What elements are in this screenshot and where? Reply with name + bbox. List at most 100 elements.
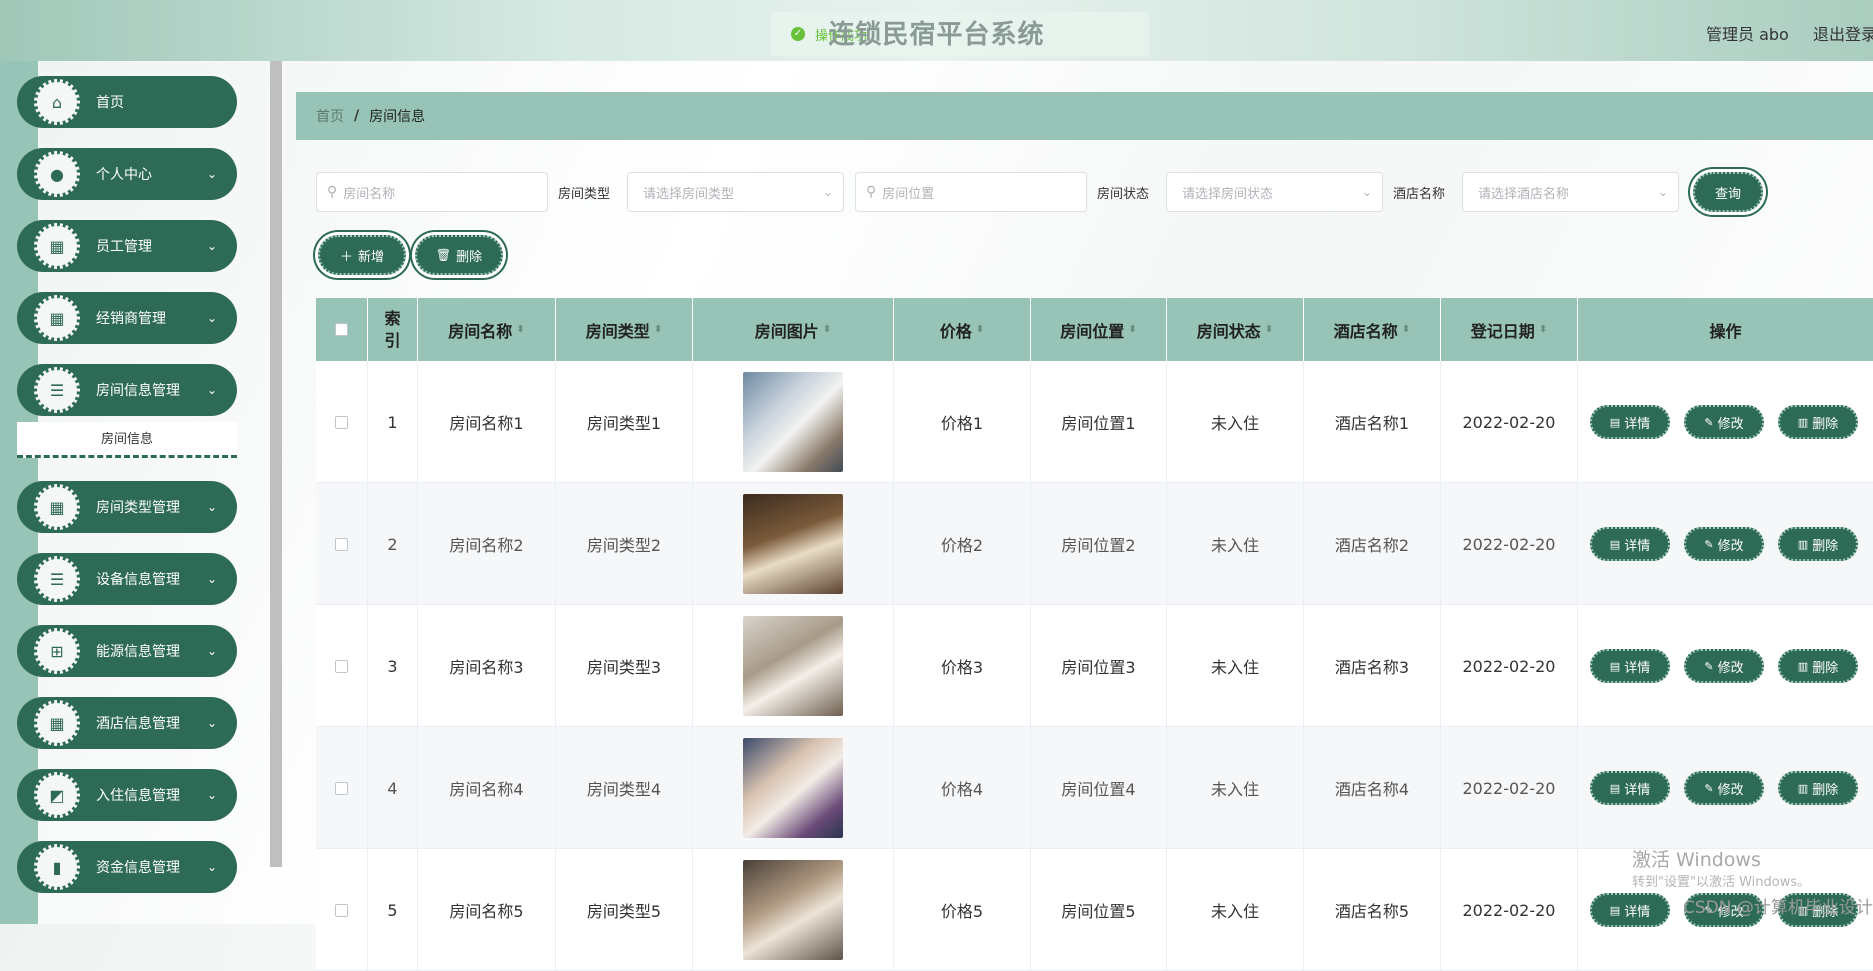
cell-room-type: 房间类型1 [556,361,693,483]
header-room-name[interactable]: 房间名称 ⬍ [418,298,556,361]
header-hotel[interactable]: 酒店名称 ⬍ [1304,298,1441,361]
row-select-cell [316,483,368,605]
header-price[interactable]: 价格 ⬍ [894,298,1031,361]
cell-hotel: 酒店名称3 [1304,605,1441,727]
sidebar-item-finance[interactable]: ▮ 资金信息管理 ⌄ [17,841,237,893]
sidebar-item-room-types[interactable]: ▦ 房间类型管理 ⌄ [17,481,237,533]
row-checkbox[interactable] [335,903,348,917]
document-icon: ▤ [1609,781,1621,795]
delete-label: 删除 [1812,416,1839,432]
room-type-select[interactable]: 请选择房间类型 ⌄ [627,172,844,212]
row-checkbox[interactable] [335,659,348,673]
search-button[interactable]: 查询 [1693,172,1763,212]
search-icon: ⚲ [327,184,338,200]
room-image[interactable] [743,372,843,472]
sidebar-item-dealers[interactable]: ▦ 经销商管理 ⌄ [17,292,237,344]
cell-room-type: 房间类型2 [556,483,693,605]
cell-location: 房间位置4 [1031,727,1167,849]
edit-label: 修改 [1717,538,1744,554]
select-all-cell [316,298,368,361]
detail-button[interactable]: ▤ 详情 [1590,527,1670,561]
room-image[interactable] [743,860,843,960]
delete-button[interactable]: ▥ 删除 [1778,405,1858,439]
sort-icon[interactable]: ⬍ [1402,324,1410,335]
sidebar-item-home[interactable]: ⌂ 首页 [17,76,237,128]
header-status[interactable]: 房间状态 ⬍ [1167,298,1304,361]
room-image[interactable] [743,494,843,594]
cell-room-name: 房间名称1 [418,361,556,483]
sidebar-item-equipment[interactable]: ☰ 设备信息管理 ⌄ [17,553,237,605]
sidebar-item-label: 入住信息管理 [96,788,180,804]
sidebar-item-checkins[interactable]: ◩ 入住信息管理 ⌄ [17,769,237,821]
detail-button[interactable]: ▤ 详情 [1590,771,1670,805]
list-icon: ☰ [34,367,80,413]
delete-button[interactable]: ▥ 删除 [1778,649,1858,683]
sidebar-item-profile[interactable]: ● 个人中心 ⌄ [17,148,237,200]
submenu-room-info[interactable]: 房间信息 [17,422,237,458]
sort-icon[interactable]: ⬍ [823,324,831,335]
edit-button[interactable]: ✎ 修改 [1684,527,1764,561]
header-status-label: 房间状态 [1196,321,1261,341]
sidebar-scrollbar[interactable] [270,61,282,867]
breadcrumb-home[interactable]: 首页 [316,106,344,126]
sidebar-item-energy[interactable]: ⊞ 能源信息管理 ⌄ [17,625,237,677]
room-name-search-input[interactable]: ⚲ 房间名称 [316,172,548,212]
sidebar-item-staff[interactable]: ▦ 员工管理 ⌄ [17,220,237,272]
delete-button[interactable]: ▥ 删除 [1778,771,1858,805]
room-status-select[interactable]: 请选择房间状态 ⌄ [1166,172,1383,212]
apps-icon: ⊞ [34,628,80,674]
row-select-cell [316,605,368,727]
sort-icon[interactable]: ⬍ [1265,324,1273,335]
header-room-type[interactable]: 房间类型 ⬍ [556,298,693,361]
detail-button[interactable]: ▤ 详情 [1590,405,1670,439]
sidebar-item-room-info[interactable]: ☰ 房间信息管理 ⌄ [17,364,237,416]
sidebar-item-label: 房间类型管理 [96,500,180,516]
row-checkbox[interactable] [335,537,348,551]
add-button[interactable]: ＋ 新增 [318,235,406,275]
cell-room-image [693,483,894,605]
cell-location: 房间位置2 [1031,483,1167,605]
grid-icon: ▦ [34,295,80,341]
header-location[interactable]: 房间位置 ⬍ [1031,298,1167,361]
delete-label: 删除 [1812,782,1839,798]
room-status-label: 房间状态 [1097,187,1150,202]
hotel-name-select[interactable]: 请选择酒店名称 ⌄ [1462,172,1679,212]
sidebar-item-label: 员工管理 [96,239,152,255]
room-status-placeholder: 请选择房间状态 [1182,186,1274,202]
sort-icon[interactable]: ⬍ [976,324,984,335]
sidebar: ⌂ 首页 ● 个人中心 ⌄ ▦ 员工管理 ⌄ ▦ 经销商管理 ⌄ ☰ 房间信息管… [0,61,270,924]
chart-icon: ◩ [34,772,80,818]
row-checkbox[interactable] [335,781,348,795]
room-image[interactable] [743,738,843,838]
header-date[interactable]: 登记日期 ⬍ [1441,298,1578,361]
bulk-delete-button[interactable]: 🗑 删除 [415,235,503,275]
header-ops: 操作 [1578,298,1873,361]
header-room-name-label: 房间名称 [448,321,513,341]
edit-button[interactable]: ✎ 修改 [1684,649,1764,683]
sort-icon[interactable]: ⬍ [516,324,524,335]
edit-button[interactable]: ✎ 修改 [1684,771,1764,805]
sort-icon[interactable]: ⬍ [1128,324,1136,335]
row-checkbox[interactable] [335,415,348,429]
table-row: 4 房间名称4 房间类型4 价格4 房间位置4 未入住 酒店名称4 2022-0… [316,727,1873,849]
room-location-search-input[interactable]: ⚲ 房间位置 [855,172,1087,212]
detail-label: 详情 [1624,904,1651,920]
logout-link[interactable]: 退出登录 [1813,21,1873,45]
room-image[interactable] [743,616,843,716]
edit-button[interactable]: ✎ 修改 [1684,405,1764,439]
row-select-cell [316,727,368,849]
table-row: 2 房间名称2 房间类型2 价格2 房间位置2 未入住 酒店名称2 2022-0… [316,483,1873,605]
select-all-checkbox[interactable] [335,323,348,336]
trash-icon: 🗑 [435,248,452,262]
sidebar-item-label: 设备信息管理 [96,572,180,588]
chevron-down-icon: ⌄ [206,500,217,514]
delete-button[interactable]: ▥ 删除 [1778,527,1858,561]
sort-icon[interactable]: ⬍ [1539,324,1547,335]
header-room-image[interactable]: 房间图片 ⬍ [693,298,894,361]
detail-button[interactable]: ▤ 详情 [1590,649,1670,683]
sort-icon[interactable]: ⬍ [654,324,662,335]
cell-room-type: 房间类型4 [556,727,693,849]
detail-button[interactable]: ▤ 详情 [1590,893,1670,927]
sidebar-item-hotels[interactable]: ▦ 酒店信息管理 ⌄ [17,697,237,749]
cell-status: 未入住 [1167,849,1304,971]
